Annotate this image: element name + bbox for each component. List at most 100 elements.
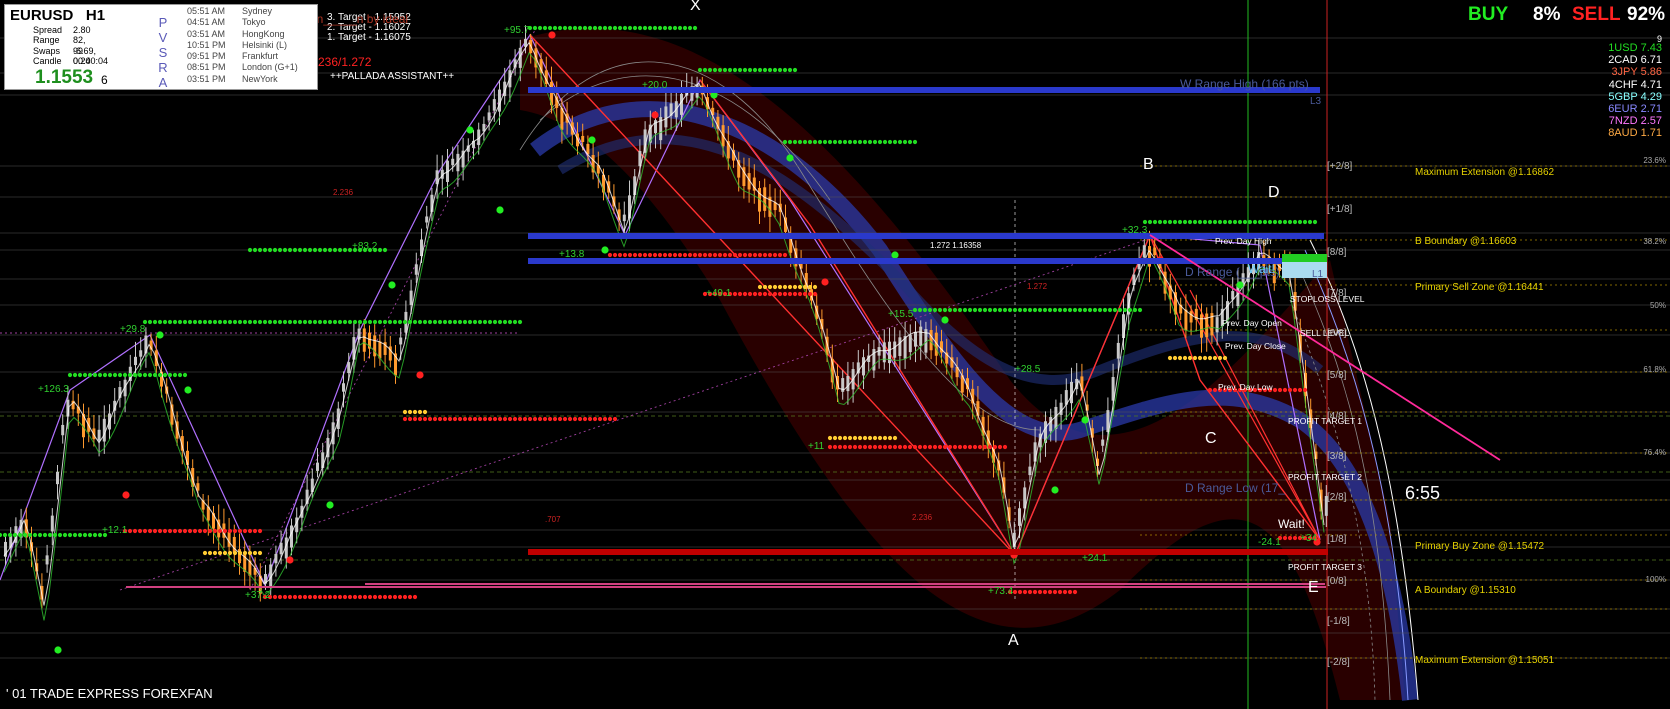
candle-body (1049, 417, 1053, 432)
buy-zone-dot (837, 435, 843, 441)
support-dot (867, 444, 873, 450)
support-dot (972, 444, 978, 450)
swing-label: +24.1 (1082, 553, 1108, 564)
support-dot (772, 252, 778, 258)
resistance-dot (632, 25, 638, 31)
support-dot (477, 416, 483, 422)
resistance-dot (1212, 219, 1218, 225)
support-dot (1012, 589, 1018, 595)
buy-zone-dot (792, 284, 798, 290)
resistance-dot (432, 319, 438, 325)
resistance-dot (1232, 219, 1238, 225)
currency-row-nzd: 7NZD 2.57 (1608, 115, 1662, 128)
candle-body (102, 418, 106, 442)
buy-zone-dot (812, 284, 818, 290)
fractal-dot (122, 491, 130, 499)
fractal-dot (466, 126, 474, 134)
support-dot (692, 252, 698, 258)
fractal-dot (548, 31, 556, 39)
resistance-dot (582, 25, 588, 31)
currency-row-jpy: 3JPY 5.86 (1611, 66, 1662, 79)
candle-body (362, 328, 366, 352)
resistance-dot (742, 67, 748, 73)
support-dot (742, 291, 748, 297)
buy-zone-dot (257, 550, 263, 556)
swing-label: +28.5 (1015, 364, 1041, 375)
murrey-label: [0/8] (1327, 576, 1347, 587)
candle-body (664, 106, 668, 128)
buy-zone-dot (407, 409, 413, 415)
resistance-dot (497, 319, 503, 325)
resistance-dot (167, 372, 173, 378)
resistance-dot (322, 247, 328, 253)
buy-zone-dot (832, 435, 838, 441)
support-dot (292, 594, 298, 600)
price-chart[interactable]: 3. Target - 1.159522. Target - 1.160271.… (0, 0, 1670, 709)
resistance-dot (17, 532, 23, 538)
support-dot (187, 528, 193, 534)
support-dot (582, 416, 588, 422)
ratio-2236b-label: 2.236 (912, 513, 933, 522)
resistance-dot (1057, 307, 1063, 313)
resistance-dot (857, 139, 863, 145)
support-dot (697, 252, 703, 258)
support-dot (917, 444, 923, 450)
resistance-dot (112, 372, 118, 378)
support-dot (202, 528, 208, 534)
resistance-dot (307, 319, 313, 325)
resistance-dot (802, 139, 808, 145)
resistance-dot (667, 25, 673, 31)
support-dot (212, 528, 218, 534)
prev-day-low-label: Prev. Day Low (1218, 382, 1274, 392)
resistance-dot (312, 247, 318, 253)
resistance-dot (727, 67, 733, 73)
resistance-dot (262, 319, 268, 325)
resistance-dot (192, 319, 198, 325)
currency-row-cad: 2CAD 6.71 (1608, 54, 1662, 67)
support-dot (717, 252, 723, 258)
support-dot (842, 444, 848, 450)
support-dot (1052, 589, 1058, 595)
resistance-dot (967, 307, 973, 313)
resistance-dot (1182, 219, 1188, 225)
support-dot (752, 252, 758, 258)
resistance-dot (87, 372, 93, 378)
support-dot (552, 416, 558, 422)
resistance-dot (247, 247, 253, 253)
resistance-dot (392, 319, 398, 325)
fractal-dot (286, 556, 294, 564)
resistance-dot (107, 372, 113, 378)
support-dot (1047, 589, 1053, 595)
murrey-label: [7/8] (1327, 288, 1347, 299)
resistance-dot (142, 372, 148, 378)
support-dot (587, 416, 593, 422)
resistance-dot (437, 319, 443, 325)
fractal-dot (184, 386, 192, 394)
murrey-label: [3/8] (1327, 451, 1347, 462)
support-dot (767, 291, 773, 297)
wave-a-label: A (1008, 632, 1019, 649)
resistance-dot (1007, 307, 1013, 313)
swing-label: -24.1 (1258, 537, 1281, 548)
resistance-dot (1267, 219, 1273, 225)
candle-body (274, 553, 278, 564)
resistance-dot (607, 25, 613, 31)
session-row: 08:51 PM London (G+1) (187, 62, 298, 73)
resistance-dot (297, 247, 303, 253)
support-dot (617, 252, 623, 258)
resistance-dot (547, 25, 553, 31)
support-dot (687, 252, 693, 258)
buy-zone-dot (412, 409, 418, 415)
candle-body (1153, 247, 1157, 256)
zone-label: Maximum Extension @1.16862 (1415, 167, 1555, 178)
support-dot (512, 416, 518, 422)
support-dot (427, 416, 433, 422)
buy-zone-dot (1222, 355, 1228, 361)
support-dot (172, 528, 178, 534)
resistance-dot (1162, 219, 1168, 225)
support-dot (657, 252, 663, 258)
resistance-dot (422, 319, 428, 325)
support-dot (732, 291, 738, 297)
resistance-dot (212, 319, 218, 325)
resistance-dot (737, 67, 743, 73)
